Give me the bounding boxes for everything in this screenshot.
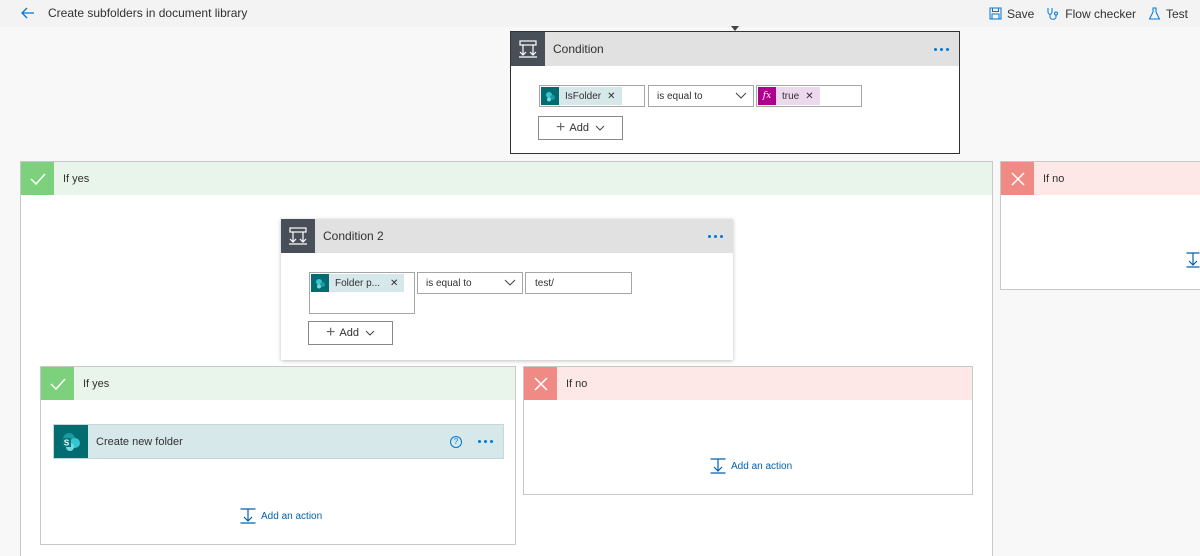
inner-if-no-header[interactable]: If no [524,367,972,400]
chevron-down-icon [735,92,747,99]
inner-if-yes-header[interactable]: If yes [41,367,515,400]
save-label: Save [1006,6,1035,21]
add-an-action-button[interactable]: Add an action [240,508,322,524]
outer-if-yes-label: If yes [63,172,90,185]
remove-token-icon[interactable]: ✕ [805,91,813,102]
add-label: Add [569,122,589,134]
flow-checker-label: Flow checker [1065,6,1136,21]
svg-text:S: S [64,438,70,447]
condition-operator-dropdown[interactable]: is equal to [648,85,754,107]
operator-label: is equal to [426,277,472,289]
outer-if-no-label: If no [1043,172,1065,185]
inner-if-no-branch: If no Add an action [523,366,973,495]
plus-icon: + [326,324,336,341]
action-more-options-button[interactable] [478,440,493,443]
expression-icon: fx [758,87,776,105]
check-icon [21,162,54,195]
flow-checker-button[interactable]: Flow checker [1046,7,1136,21]
operator-label: is equal to [657,90,703,102]
true-token[interactable]: fx true ✕ [758,87,820,105]
test-label: Test [1165,6,1188,21]
add-action-icon [240,508,256,524]
flow-title: Create subfolders in document library [48,6,248,20]
condition-2-more-options-button[interactable] [708,234,723,238]
outer-if-no-branch: If no [1000,161,1200,290]
outer-if-no-header[interactable]: If no [1001,162,1200,195]
top-bar: Create subfolders in document library Sa… [0,0,1200,27]
isfolder-token[interactable]: IsFolder ✕ [541,87,622,105]
condition-2-value-input[interactable]: test/ [525,272,632,294]
condition-header[interactable]: Condition [511,32,959,66]
condition-title: Condition [553,42,604,56]
close-icon [524,367,557,400]
chevron-down-icon [365,330,375,336]
add-an-action-label: Add an action [731,460,793,472]
add-an-action-button[interactable]: Add an action [710,458,792,474]
condition-more-options-button[interactable] [934,47,949,51]
isfolder-token-label: IsFolder [565,90,602,102]
save-button[interactable]: Save [989,7,1034,21]
plus-icon: + [556,119,566,136]
create-new-folder-action[interactable]: S Create new folder ? [53,424,504,459]
inner-if-yes-label: If yes [83,377,110,390]
condition-right-operand[interactable]: fx true ✕ [756,85,862,107]
add-an-action-label: Add an action [261,510,323,522]
add-condition-2-button[interactable]: + Add [308,321,393,345]
condition-2-left-operand[interactable]: Folder p... ✕ [309,272,415,314]
add-condition-button[interactable]: + Add [538,116,623,140]
folder-path-token-label: Folder p... [335,277,381,289]
add-action-icon[interactable] [1186,252,1200,268]
condition-2-header[interactable]: Condition 2 [281,219,733,253]
condition-left-operand[interactable]: IsFolder ✕ [539,85,645,107]
remove-token-icon[interactable]: ✕ [607,91,615,102]
back-arrow-icon[interactable] [20,5,36,21]
true-token-label: true [782,90,800,102]
remove-token-icon[interactable]: ✕ [390,278,398,289]
value-text: test/ [535,277,554,289]
sharepoint-icon [311,274,329,292]
chevron-down-icon [504,279,516,286]
sharepoint-icon [541,87,559,105]
condition-2-title: Condition 2 [323,229,384,243]
top-actions: Save Flow checker Test [989,0,1200,27]
test-button[interactable]: Test [1148,7,1188,21]
create-new-folder-title: Create new folder [96,435,183,448]
condition-icon [281,219,315,253]
folder-path-token[interactable]: Folder p... ✕ [311,274,405,292]
condition-icon [511,32,545,66]
help-icon[interactable]: ? [450,435,462,448]
condition-card: Condition IsFolder ✕ is equal to fx true… [510,31,960,154]
add-action-icon [710,458,726,474]
check-icon [41,367,74,400]
inner-if-no-label: If no [566,377,588,390]
outer-if-yes-header[interactable]: If yes [21,162,992,195]
chevron-down-icon [595,125,605,131]
sharepoint-icon: S [54,425,88,458]
add-label: Add [339,327,359,339]
save-icon [989,7,1002,20]
inner-if-yes-branch: If yes S Create new folder ? Add an acti… [40,366,516,545]
flask-icon [1148,7,1161,20]
stethoscope-icon [1047,7,1059,20]
close-icon [1001,162,1034,195]
condition-2-card: Condition 2 Folder p... ✕ is equal to te… [281,219,733,360]
condition-2-operator-dropdown[interactable]: is equal to [417,272,523,294]
